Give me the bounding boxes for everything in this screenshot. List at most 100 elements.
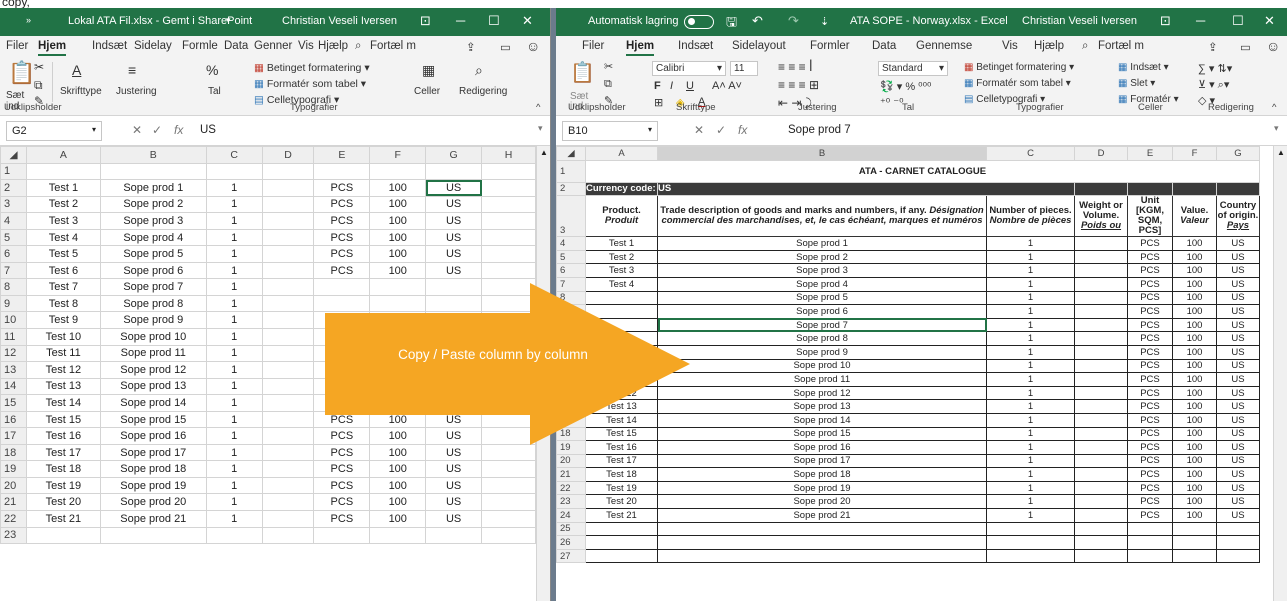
- cell-g[interactable]: US: [1216, 426, 1260, 442]
- format-as-table-button[interactable]: ▦ Formatér som tabel ▾: [254, 78, 366, 90]
- quick-access-dropdown-icon[interactable]: ⇣: [820, 15, 829, 28]
- cell-f[interactable]: [369, 162, 427, 181]
- tab-home[interactable]: Hjem: [38, 40, 67, 56]
- row-header[interactable]: 18: [0, 443, 27, 462]
- cell-f[interactable]: 100: [1172, 304, 1217, 319]
- cell-c[interactable]: 1: [986, 412, 1075, 428]
- vertical-scrollbar[interactable]: ▲: [1273, 146, 1287, 601]
- cell-c[interactable]: 1: [205, 410, 263, 429]
- row-header[interactable]: 24: [556, 508, 586, 523]
- cell-c[interactable]: [986, 548, 1075, 564]
- tab-file[interactable]: Filer: [6, 40, 28, 52]
- cell-g[interactable]: US: [1216, 453, 1260, 469]
- cell-d[interactable]: [261, 261, 315, 280]
- cell-e[interactable]: PCS: [1127, 399, 1173, 414]
- cells-label[interactable]: Celler: [414, 86, 440, 97]
- cell-a[interactable]: Test 14: [25, 394, 101, 412]
- fill-button[interactable]: ⊻ ▾ ⌕▾: [1198, 78, 1229, 92]
- cell-d[interactable]: [1074, 412, 1128, 428]
- maximize-icon[interactable]: ☐: [1232, 13, 1244, 29]
- bold-button[interactable]: F: [654, 80, 661, 92]
- cell-f[interactable]: 100: [1172, 440, 1217, 455]
- close-icon[interactable]: ✕: [522, 13, 533, 29]
- cell-d[interactable]: [1074, 236, 1128, 251]
- cell-a[interactable]: Test 17: [25, 443, 101, 462]
- insert-cells-button[interactable]: ▦ Indsæt ▾: [1118, 62, 1169, 73]
- close-icon[interactable]: ✕: [1264, 13, 1275, 29]
- cell-g[interactable]: [1216, 521, 1260, 537]
- cell-b[interactable]: Sope prod 15: [99, 410, 207, 429]
- cell-f[interactable]: 100: [1172, 412, 1217, 428]
- tab-page-layout[interactable]: Sidelayout: [732, 40, 786, 52]
- title-dropdown-icon[interactable]: ▾: [226, 15, 231, 26]
- cell-c[interactable]: 1: [205, 179, 263, 197]
- cell-b[interactable]: Sope prod 20: [99, 493, 207, 512]
- cell-c[interactable]: 1: [986, 331, 1075, 346]
- cell-d[interactable]: [1074, 440, 1128, 455]
- header-value[interactable]: Value. Valeur: [1172, 195, 1217, 238]
- cell-e[interactable]: PCS: [1127, 385, 1173, 401]
- cell-f[interactable]: 100: [1172, 236, 1217, 251]
- cell-b[interactable]: Sope prod 5: [99, 245, 207, 263]
- cell-c[interactable]: 1: [986, 372, 1075, 387]
- row-header[interactable]: 2: [556, 181, 586, 197]
- cell-e[interactable]: PCS: [1127, 412, 1173, 428]
- copy-icon[interactable]: ⧉: [604, 78, 612, 91]
- cell-f[interactable]: 100: [1172, 453, 1217, 469]
- cell-a[interactable]: Test 3: [25, 212, 101, 230]
- ribbon-display-icon[interactable]: ⊡: [1160, 13, 1171, 29]
- cell-a[interactable]: [585, 535, 658, 550]
- currency-fill-cell[interactable]: [1216, 181, 1260, 197]
- search-icon[interactable]: ⌕: [1082, 40, 1088, 53]
- cell-a[interactable]: Test 5: [25, 245, 101, 263]
- smiley-feedback-icon[interactable]: ☺: [1266, 38, 1280, 54]
- cell-c[interactable]: 1: [986, 317, 1075, 333]
- comments-icon[interactable]: ▭: [1240, 40, 1251, 54]
- paste-icon[interactable]: 📋: [570, 60, 595, 85]
- align-icon[interactable]: ≡: [128, 62, 136, 78]
- tab-data[interactable]: Data: [224, 40, 248, 52]
- row-header[interactable]: 25: [556, 521, 586, 537]
- cell-g[interactable]: US: [425, 228, 483, 247]
- row-header[interactable]: 4: [556, 236, 586, 251]
- cell-g[interactable]: [425, 162, 483, 181]
- cell-b[interactable]: Sope prod 19: [99, 476, 207, 495]
- cell-b[interactable]: Sope prod 4: [99, 228, 207, 247]
- copy-icon[interactable]: ⧉: [34, 78, 43, 93]
- smiley-feedback-icon[interactable]: ☺: [526, 38, 540, 54]
- share-icon[interactable]: ⇪: [1208, 40, 1218, 54]
- name-box[interactable]: B10 ▾: [562, 121, 658, 141]
- cell-f[interactable]: 100: [1172, 276, 1217, 292]
- cell-h[interactable]: [481, 162, 536, 181]
- row-header[interactable]: 16: [0, 410, 27, 429]
- cell-d[interactable]: [1074, 426, 1128, 442]
- cell-f[interactable]: 100: [369, 443, 427, 462]
- tab-help[interactable]: Hjælp: [1034, 40, 1064, 52]
- cell-b[interactable]: Sope prod 8: [99, 294, 207, 313]
- cell-d[interactable]: [261, 377, 315, 396]
- cell-d[interactable]: [1074, 521, 1128, 537]
- cell-d[interactable]: [1074, 263, 1128, 278]
- cell-a[interactable]: Test 3: [585, 263, 658, 278]
- column-header-b[interactable]: B: [657, 146, 987, 161]
- cell-g[interactable]: US: [425, 476, 483, 495]
- cell-e[interactable]: PCS: [1127, 453, 1173, 469]
- editing-label[interactable]: Redigering: [459, 86, 507, 97]
- cell-a[interactable]: Test 1: [25, 179, 101, 197]
- cell-a[interactable]: Test 17: [585, 453, 658, 469]
- cell-g[interactable]: US: [425, 179, 483, 197]
- tab-formulas[interactable]: Formler: [810, 40, 850, 52]
- cell-e[interactable]: PCS: [313, 443, 371, 462]
- row-header[interactable]: 21: [0, 493, 27, 512]
- column-header-a[interactable]: A: [585, 146, 658, 161]
- cell-e[interactable]: [1127, 535, 1173, 550]
- cell-e[interactable]: PCS: [1127, 344, 1173, 360]
- cell-d[interactable]: [261, 311, 315, 330]
- cell-f[interactable]: 100: [369, 195, 427, 214]
- row-header[interactable]: 20: [556, 453, 586, 469]
- cells-icon[interactable]: ▦: [422, 62, 435, 79]
- minimize-icon[interactable]: ─: [1196, 13, 1205, 28]
- name-box[interactable]: G2 ▾: [6, 121, 102, 141]
- number-format-select[interactable]: Standard ▾: [878, 61, 948, 76]
- cell-h[interactable]: [481, 212, 536, 230]
